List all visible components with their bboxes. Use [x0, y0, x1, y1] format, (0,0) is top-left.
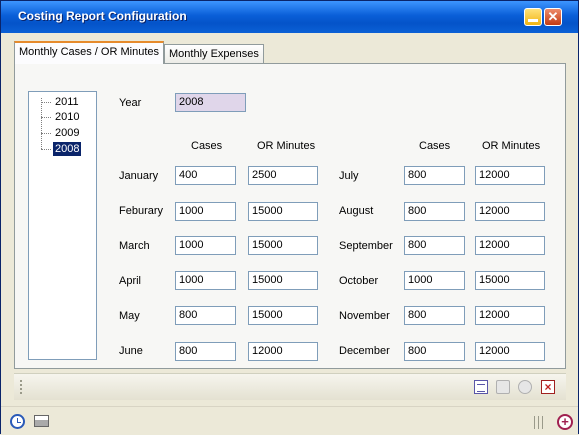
month-label-january: January — [119, 170, 159, 182]
month-label-april: April — [119, 275, 142, 287]
tree-connector — [41, 133, 51, 134]
or-minutes-input-october[interactable]: 15000 — [475, 271, 545, 290]
month-label-july: July — [339, 170, 359, 182]
tab-monthly-cases[interactable]: Monthly Cases / OR Minutes — [14, 41, 164, 64]
or-minutes-input-june[interactable]: 12000 — [248, 342, 318, 361]
month-label-november: November — [339, 310, 390, 322]
action-toolbar: × — [14, 373, 566, 400]
window: Costing Report Configuration ✕ Monthly C… — [0, 0, 579, 435]
tree-item-2009[interactable]: 2009 — [53, 126, 81, 140]
cases-input-july[interactable]: 800 — [404, 166, 465, 185]
cases-input-december[interactable]: 800 — [404, 342, 465, 361]
tree-connector — [41, 98, 42, 149]
or-minutes-header-right: OR Minutes — [482, 140, 541, 152]
month-label-june: June — [119, 345, 143, 357]
ok-icon[interactable] — [518, 380, 532, 394]
or-minutes-input-december[interactable]: 12000 — [475, 342, 545, 361]
cases-input-june[interactable]: 800 — [175, 342, 236, 361]
cases-input-april[interactable]: 1000 — [175, 271, 236, 290]
cases-header-right: Cases — [419, 140, 451, 152]
year-tree[interactable]: 2011 2010 2009 2008 — [28, 91, 97, 360]
add-icon[interactable]: + — [557, 414, 573, 430]
month-label-march: March — [119, 240, 150, 252]
or-minutes-input-november[interactable]: 12000 — [475, 306, 545, 325]
month-label-august: August — [339, 205, 374, 217]
tree-connector — [41, 149, 51, 150]
year-field[interactable]: 2008 — [175, 93, 246, 112]
copy-icon[interactable] — [496, 380, 510, 394]
close-button[interactable]: ✕ — [544, 8, 562, 26]
cases-input-november[interactable]: 800 — [404, 306, 465, 325]
cases-input-september[interactable]: 800 — [404, 236, 465, 255]
tree-item-2008[interactable]: 2008 — [53, 142, 82, 156]
window-title: Costing Report Configuration — [18, 9, 187, 23]
document-icon[interactable] — [474, 380, 488, 394]
or-minutes-input-january[interactable]: 2500 — [248, 166, 318, 185]
clock-icon[interactable] — [10, 414, 25, 429]
or-minutes-input-march[interactable]: 15000 — [248, 236, 318, 255]
year-label: Year — [119, 97, 142, 109]
or-minutes-input-may[interactable]: 15000 — [248, 306, 318, 325]
status-bar: + — [1, 406, 578, 435]
month-label-may: May — [119, 310, 140, 322]
cases-input-january[interactable]: 400 — [175, 166, 236, 185]
month-label-october: October — [339, 275, 379, 287]
cases-input-march[interactable]: 1000 — [175, 236, 236, 255]
toolbar-grip[interactable] — [20, 380, 24, 394]
month-label-december: December — [339, 345, 390, 357]
month-label-september: September — [339, 240, 393, 252]
tree-item-2010[interactable]: 2010 — [53, 110, 81, 124]
or-minutes-input-july[interactable]: 12000 — [475, 166, 545, 185]
or-minutes-header-left: OR Minutes — [257, 140, 316, 152]
delete-icon[interactable]: × — [541, 380, 555, 394]
cases-input-october[interactable]: 1000 — [404, 271, 465, 290]
print-icon[interactable] — [34, 415, 49, 427]
title-bar[interactable]: Costing Report Configuration ✕ — [1, 1, 578, 33]
tree-connector — [41, 102, 51, 103]
or-minutes-input-april[interactable]: 15000 — [248, 271, 318, 290]
cases-header-left: Cases — [191, 140, 223, 152]
cases-input-may[interactable]: 800 — [175, 306, 236, 325]
tree-connector — [41, 117, 51, 118]
tab-monthly-expenses[interactable]: Monthly Expenses — [164, 44, 264, 64]
resize-grip[interactable] — [534, 416, 546, 429]
month-label-february: Feburary — [119, 205, 164, 217]
or-minutes-input-february[interactable]: 15000 — [248, 202, 318, 221]
or-minutes-input-august[interactable]: 12000 — [475, 202, 545, 221]
tree-item-2011[interactable]: 2011 — [53, 95, 81, 109]
minimize-button[interactable] — [524, 8, 542, 26]
or-minutes-input-september[interactable]: 12000 — [475, 236, 545, 255]
cases-input-august[interactable]: 800 — [404, 202, 465, 221]
cases-input-february[interactable]: 1000 — [175, 202, 236, 221]
